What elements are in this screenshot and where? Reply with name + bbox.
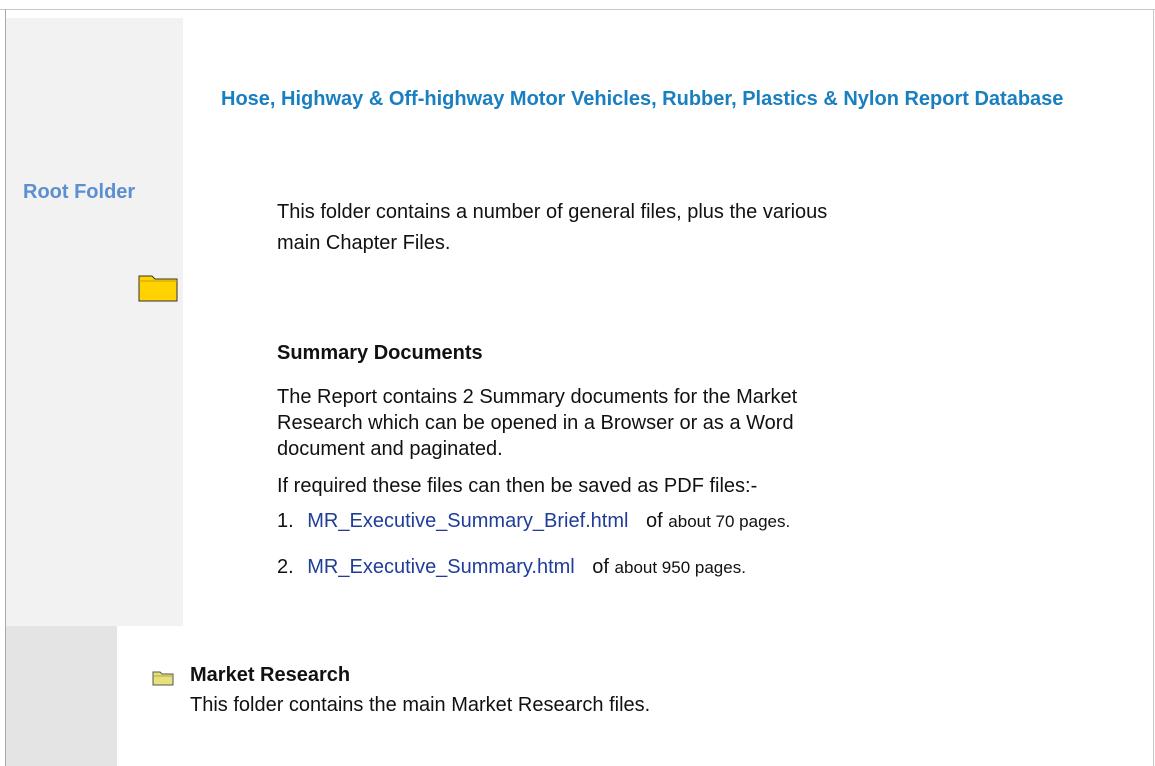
sidebar-panel-lower [6, 626, 117, 766]
page-count: about 70 pages. [668, 512, 791, 531]
executive-summary-brief-link[interactable]: MR_Executive_Summary_Brief.html [307, 510, 628, 532]
pdf-note: If required these files can then be save… [277, 475, 758, 497]
summary-text: The Report contains 2 Summary documents … [277, 386, 798, 460]
list-number: 2. [277, 556, 294, 578]
list-item: 2. MR_Executive_Summary.html of about 95… [277, 556, 746, 579]
executive-summary-link[interactable]: MR_Executive_Summary.html [307, 556, 574, 578]
folder-icon[interactable] [138, 272, 178, 302]
of-text: of [592, 556, 609, 578]
page-title: Hose, Highway & Off-highway Motor Vehicl… [221, 88, 1064, 110]
page-count: about 950 pages. [614, 558, 746, 577]
list-number: 1. [277, 510, 294, 532]
frame-right-border [1153, 9, 1154, 766]
sidebar-panel [6, 18, 183, 626]
frame-top-border [0, 9, 1155, 10]
root-folder-label: Root Folder [23, 181, 136, 203]
list-item: 1. MR_Executive_Summary_Brief.html of ab… [277, 510, 790, 533]
market-research-heading[interactable]: Market Research [190, 664, 350, 687]
market-research-description: This folder contains the main Market Res… [190, 694, 651, 716]
folder-icon[interactable] [152, 670, 174, 686]
intro-text: This folder contains a number of general… [277, 201, 828, 254]
of-text: of [646, 510, 663, 532]
summary-heading: Summary Documents [277, 342, 483, 364]
